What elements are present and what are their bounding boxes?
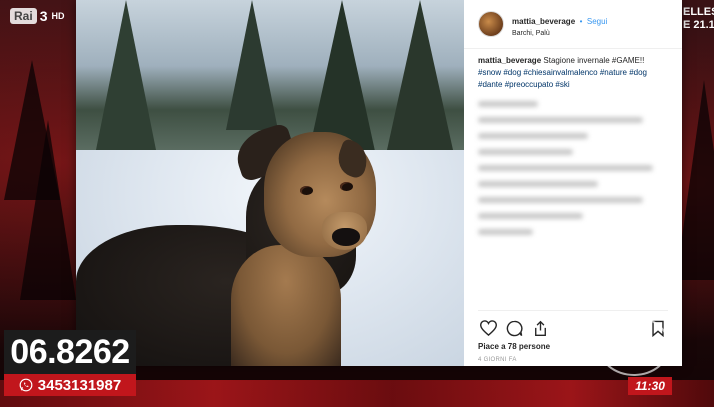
dog-eye: [340, 182, 353, 191]
share-icon[interactable]: [530, 318, 550, 338]
post-header: mattia_beverage • Segui Barchi, Palù: [478, 8, 668, 40]
pine-tree: [226, 0, 278, 130]
post-sidebar: mattia_beverage • Segui Barchi, Palù mat…: [464, 0, 682, 366]
post-photo: [76, 0, 464, 366]
blurred-comment: [478, 213, 583, 219]
channel-hd: HD: [51, 11, 65, 21]
blurred-comment: [478, 101, 538, 107]
edge-ticker-line: E 21.15: [683, 19, 714, 31]
whatsapp-number: 3453131987: [4, 374, 136, 396]
pine-tree: [96, 0, 156, 150]
caption-username[interactable]: mattia_beverage: [478, 56, 541, 65]
dog-eye: [300, 186, 313, 195]
avatar[interactable]: [478, 11, 504, 37]
clock: 11:30: [628, 377, 672, 395]
dog-chest: [231, 245, 341, 366]
blurred-comments: [478, 101, 668, 235]
channel-name: Rai: [10, 8, 37, 24]
phone-prefix: 06.8262: [4, 330, 136, 374]
instagram-post: mattia_beverage • Segui Barchi, Palù mat…: [76, 0, 682, 366]
blurred-comment: [478, 133, 588, 139]
dog-nose: [332, 228, 360, 246]
blurred-comment: [478, 149, 573, 155]
channel-logo: Rai 3 HD: [10, 6, 64, 26]
edge-ticker: ELLES E 21.15: [683, 6, 714, 32]
whatsapp-number-text: 3453131987: [37, 376, 122, 394]
post-username[interactable]: mattia_beverage: [512, 17, 575, 26]
separator-dot: •: [579, 17, 583, 26]
blurred-comment: [478, 197, 643, 203]
blurred-comment: [478, 229, 533, 235]
blurred-comment: [478, 117, 643, 123]
show-logo: CHI L'HA VISTO?: [598, 316, 670, 376]
channel-number: 3: [39, 8, 48, 24]
post-header-text: mattia_beverage • Segui Barchi, Palù: [512, 11, 607, 37]
whatsapp-icon: [19, 378, 33, 392]
comment-icon[interactable]: [504, 318, 524, 338]
blurred-comment: [478, 165, 653, 171]
post-caption: mattia_beverage Stagione invernale #GAME…: [478, 55, 668, 91]
follow-button[interactable]: Segui: [587, 17, 607, 26]
post-location[interactable]: Barchi, Palù: [512, 30, 607, 37]
blurred-comment: [478, 181, 598, 187]
divider: [464, 48, 682, 49]
heart-icon[interactable]: [478, 318, 498, 338]
caption-text: Stagione invernale #GAME!!: [543, 56, 645, 65]
background-tree: [20, 120, 76, 300]
caption-hashtags[interactable]: #snow #dog #chiesainvalmalenco #nature #…: [478, 68, 647, 89]
edge-ticker-line: ELLES: [683, 6, 714, 18]
